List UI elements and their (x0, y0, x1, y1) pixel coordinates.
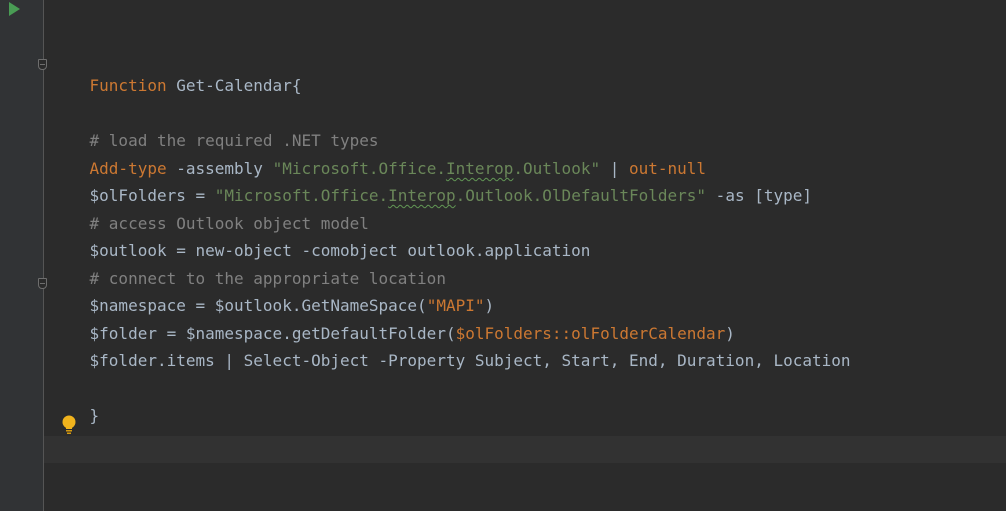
code-line[interactable]: Function Get-Calendar{ (51, 53, 302, 95)
type-cast: -as [type] (706, 186, 813, 205)
code-line[interactable]: $namespace = $outlook.GetNameSpace("MAPI… (51, 273, 495, 315)
code-text: $folder.items | Select-Object -Property … (89, 351, 851, 370)
code-line[interactable]: # access Outlook object model (51, 191, 369, 233)
current-line-highlight (44, 436, 1006, 463)
string-literal: .Outlook.OlDefaultFolders" (455, 186, 707, 205)
editor-gutter[interactable] (0, 0, 44, 511)
code-line[interactable]: # connect to the appropriate location (51, 246, 446, 288)
code-line[interactable]: $olFolders = "Microsoft.Office.Interop.O… (51, 163, 812, 205)
lightbulb-icon[interactable] (61, 415, 77, 435)
code-line[interactable]: $folder.items | Select-Object -Property … (51, 328, 851, 370)
fold-start-icon[interactable] (38, 278, 47, 289)
code-line[interactable]: } (51, 383, 100, 425)
spellcheck-word[interactable]: Interop (388, 186, 455, 205)
code-line[interactable]: # load the required .NET types (51, 108, 379, 150)
code-editor[interactable]: Function Get-Calendar{ # load the requir… (0, 0, 1006, 511)
function-name: Get-Calendar{ (166, 76, 302, 95)
code-line[interactable]: $outlook = new-object -comobject outlook… (51, 218, 591, 260)
code-line[interactable]: Add-type -assembly "Microsoft.Office.Int… (51, 136, 707, 178)
closing-brace: } (89, 406, 100, 425)
fold-start-icon[interactable] (38, 59, 47, 70)
keyword-function: Function (89, 76, 167, 95)
run-icon[interactable] (9, 2, 20, 16)
code-line[interactable]: $folder = $namespace.getDefaultFolder($o… (51, 301, 735, 343)
